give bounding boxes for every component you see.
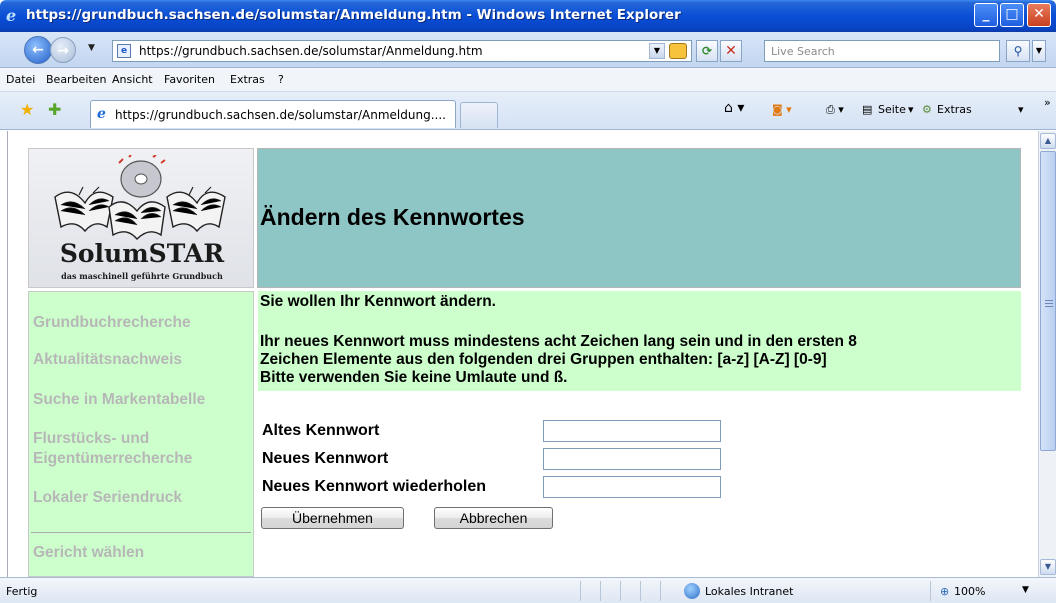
sidebar-item-gericht-waehlen[interactable]: Gericht wählen [33, 542, 144, 564]
minimize-button[interactable]: _ [974, 3, 998, 27]
intranet-zone-icon [684, 583, 700, 599]
logo-title: SolumSTAR [59, 239, 225, 268]
scroll-thumb[interactable] [1040, 151, 1056, 451]
back-button[interactable]: ← [24, 36, 52, 64]
tab-ie-icon: e [97, 106, 106, 122]
tab-label: https://grundbuch.sachsen.de/solumstar/A… [115, 108, 446, 122]
tab-active[interactable]: e https://grundbuch.sachsen.de/solumstar… [90, 100, 456, 128]
status-bar: Fertig Lokales Intranet ⊕ 100% ▼ [0, 577, 1056, 603]
rules-text-line3: Bitte verwenden Sie keine Umlaute und ß. [260, 369, 568, 386]
menu-help[interactable]: ? [278, 73, 284, 86]
old-password-field[interactable] [543, 420, 721, 442]
maximize-button[interactable]: □ [1000, 3, 1024, 27]
new-tab-button[interactable] [460, 102, 498, 128]
cancel-button[interactable]: Abbrechen [434, 507, 553, 529]
page-menu-icon[interactable]: ▤ [862, 103, 872, 116]
tools-menu-label[interactable]: Extras [937, 103, 972, 116]
sidebar-item-markentabelle[interactable]: Suche in Markentabelle [33, 389, 205, 411]
info-message: Sie wollen Ihr Kennwort ändern. Ihr neue… [258, 291, 1021, 391]
sidebar-divider [31, 532, 251, 533]
gear-icon[interactable]: ⚙ [922, 103, 932, 116]
books-cd-illustration-icon [54, 155, 226, 241]
feeds-icon[interactable]: ◙ ▾ [772, 103, 792, 116]
submit-button[interactable]: Übernehmen [261, 507, 404, 529]
print-icon[interactable]: ⎙ ▾ [826, 103, 844, 117]
solumstar-logo: SolumSTAR das maschinell geführte Grundb… [28, 148, 254, 288]
menu-favoriten[interactable]: Favoriten [164, 73, 215, 86]
address-bar[interactable]: e https://grundbuch.sachsen.de/solumstar… [112, 40, 692, 62]
ie-logo-icon: e [6, 6, 17, 25]
menu-ansicht[interactable]: Ansicht [112, 73, 153, 86]
chevron-more-icon[interactable]: » [1044, 96, 1051, 109]
sidebar-item-flurstuecks[interactable]: Flurstücks- und [33, 428, 149, 450]
sidebar-item-eigentuemerrecherche[interactable]: Eigentümerrecherche [33, 448, 192, 470]
window-title: https://grundbuch.sachsen.de/solumstar/A… [26, 7, 681, 23]
scroll-up-icon[interactable]: ▲ [1040, 133, 1056, 149]
stop-button[interactable]: ✕ [720, 40, 742, 62]
tools-menu-dropdown-icon[interactable]: ▾ [1018, 103, 1024, 116]
menu-datei[interactable]: Datei [6, 73, 35, 86]
new-password-label: Neues Kennwort [262, 450, 389, 467]
old-password-label: Altes Kennwort [262, 422, 380, 439]
rules-text-line2: Zeichen Elemente aus den folgenden drei … [260, 351, 827, 368]
window-titlebar: e https://grundbuch.sachsen.de/solumstar… [0, 0, 1056, 32]
sidebar-nav: Grundbuchrecherche Aktualitätsnachweis S… [28, 291, 254, 577]
security-zone-label: Lokales Intranet [705, 585, 794, 598]
page-header: Ändern des Kennwortes [257, 148, 1021, 288]
home-icon[interactable]: ⌂ ▾ [724, 100, 744, 116]
add-favorites-icon[interactable]: ✚ [48, 100, 61, 119]
logo-subtitle: das maschinell geführte Grundbuch [61, 271, 223, 281]
refresh-button[interactable]: ⟳ [696, 40, 718, 62]
scroll-down-icon[interactable]: ▼ [1040, 559, 1056, 575]
forward-button[interactable]: → [50, 37, 76, 63]
menu-bar: Datei Bearbeiten Ansicht Favoriten Extra… [0, 68, 1056, 92]
address-toolbar: ← → ▼ e https://grundbuch.sachsen.de/sol… [0, 32, 1056, 68]
page-title: Ändern des Kennwortes [260, 204, 525, 230]
address-url[interactable]: https://grundbuch.sachsen.de/solumstar/A… [139, 44, 483, 58]
vertical-scrollbar[interactable]: ▲ ▼ [1038, 131, 1056, 577]
history-dropdown-icon[interactable]: ▼ [88, 43, 95, 53]
status-text: Fertig [6, 585, 38, 598]
repeat-password-label: Neues Kennwort wiederholen [262, 478, 487, 495]
search-placeholder: Live Search [771, 45, 835, 58]
repeat-password-field[interactable] [543, 476, 721, 498]
menu-extras[interactable]: Extras [230, 73, 265, 86]
zoom-dropdown-icon[interactable]: ▼ [1022, 585, 1029, 595]
zoom-icon[interactable]: ⊕ [940, 585, 949, 598]
close-button[interactable]: ✕ [1027, 3, 1051, 27]
search-input[interactable]: Live Search [764, 40, 1000, 62]
page-icon: e [117, 44, 131, 58]
new-password-field[interactable] [543, 448, 721, 470]
rules-text-line1: Ihr neues Kennwort muss mindestens acht … [260, 333, 857, 350]
sidebar-item-grundbuchrecherche[interactable]: Grundbuchrecherche [33, 312, 191, 334]
menu-bearbeiten[interactable]: Bearbeiten [46, 73, 106, 86]
search-options-dropdown-icon[interactable]: ▼ [1032, 40, 1046, 62]
sidebar-item-seriendruck[interactable]: Lokaler Seriendruck [33, 487, 182, 509]
lock-icon[interactable] [669, 43, 687, 59]
address-dropdown-icon[interactable]: ▼ [649, 43, 665, 59]
zoom-level[interactable]: 100% [954, 585, 985, 598]
page-menu-dropdown-icon[interactable]: ▾ [908, 103, 914, 116]
page-menu-label[interactable]: Seite [878, 103, 906, 116]
favorites-star-icon[interactable]: ★ [20, 100, 34, 119]
intro-text: Sie wollen Ihr Kennwort ändern. [260, 293, 496, 310]
search-icon[interactable]: ⚲ [1006, 40, 1030, 62]
sidebar-item-aktualitaetsnachweis[interactable]: Aktualitätsnachweis [33, 349, 182, 371]
tab-bar: ★ ✚ e https://grundbuch.sachsen.de/solum… [0, 92, 1056, 130]
